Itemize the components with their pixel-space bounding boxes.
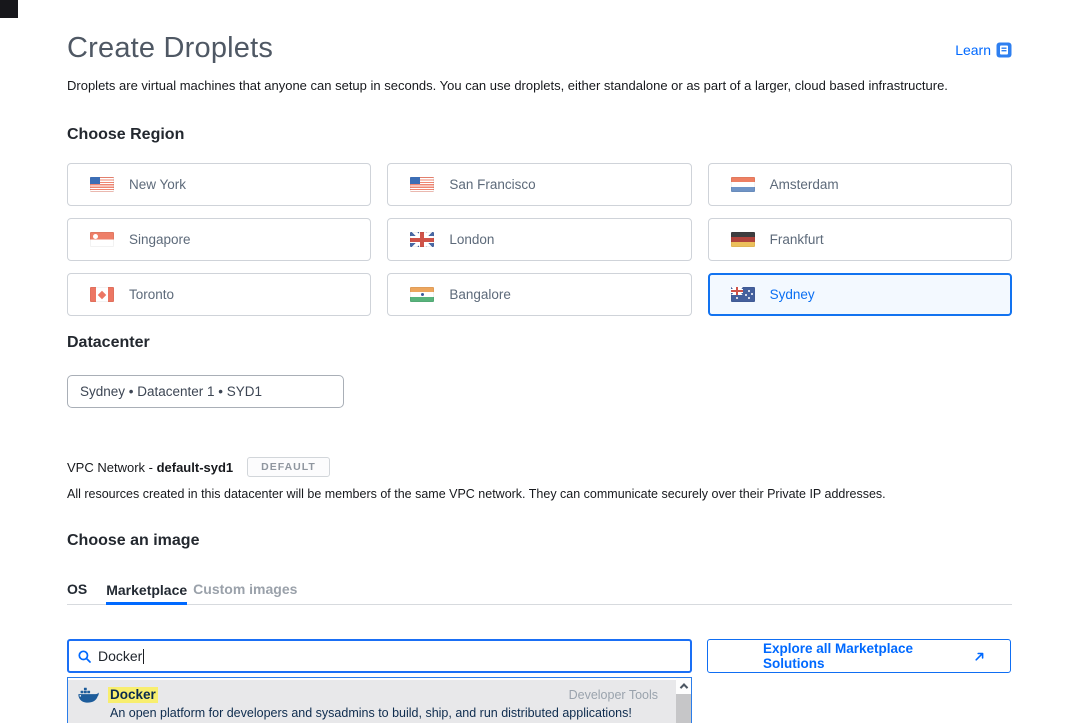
region-card-london[interactable]: London bbox=[387, 218, 691, 261]
dropdown-scrollbar[interactable] bbox=[676, 678, 691, 723]
text-caret bbox=[143, 649, 144, 664]
vpc-network-name: default-syd1 bbox=[157, 460, 234, 475]
scrollbar-thumb[interactable] bbox=[676, 694, 691, 723]
vpc-default-badge: DEFAULT bbox=[247, 457, 330, 477]
external-link-arrow-icon bbox=[974, 651, 985, 662]
page-header: Create Droplets Learn bbox=[67, 31, 1012, 65]
search-input-value: Docker bbox=[98, 648, 142, 664]
marketplace-search-input[interactable]: Docker bbox=[67, 639, 692, 673]
learn-link-label: Learn bbox=[955, 42, 991, 58]
nl-flag-icon bbox=[731, 177, 755, 192]
region-label: New York bbox=[129, 177, 186, 192]
region-card-frankfurt[interactable]: Frankfurt bbox=[708, 218, 1012, 261]
result-name-highlighted: Docker bbox=[108, 687, 158, 703]
chevron-up-icon bbox=[679, 683, 687, 691]
marketplace-search-row: Docker Docker Developer Tools bbox=[67, 639, 1012, 673]
region-label: San Francisco bbox=[449, 177, 535, 192]
region-label: Singapore bbox=[129, 232, 191, 247]
create-droplets-page: Create Droplets Learn Droplets are virtu… bbox=[0, 0, 1073, 723]
vpc-network-label: VPC Network - default-syd1 bbox=[67, 460, 233, 475]
learn-doc-icon bbox=[996, 42, 1012, 58]
region-card-singapore[interactable]: Singapore bbox=[67, 218, 371, 261]
docker-whale-icon bbox=[78, 686, 99, 703]
region-label: Amsterdam bbox=[770, 177, 839, 192]
region-label: Frankfurt bbox=[770, 232, 824, 247]
top-left-corner-square bbox=[0, 0, 18, 18]
vpc-network-row: VPC Network - default-syd1 DEFAULT bbox=[67, 457, 1012, 477]
sg-flag-icon bbox=[90, 232, 114, 247]
ca-flag-icon bbox=[90, 287, 114, 302]
region-card-new-york[interactable]: New York bbox=[67, 163, 371, 206]
region-card-amsterdam[interactable]: Amsterdam bbox=[708, 163, 1012, 206]
us-flag-icon bbox=[410, 177, 434, 192]
learn-link[interactable]: Learn bbox=[955, 42, 1012, 58]
datacenter-select[interactable]: Sydney • Datacenter 1 • SYD1 bbox=[67, 375, 344, 408]
search-results-list: Docker Developer Tools An open platform … bbox=[68, 678, 676, 723]
region-label: Sydney bbox=[770, 287, 815, 302]
region-grid: New York San Francisco Amsterdam Singapo… bbox=[67, 163, 1012, 316]
tab-marketplace[interactable]: Marketplace bbox=[106, 582, 187, 605]
choose-region-heading: Choose Region bbox=[67, 126, 1012, 144]
gb-flag-icon bbox=[410, 232, 434, 247]
image-tabs: OS Marketplace Custom images bbox=[67, 581, 1012, 605]
search-icon bbox=[78, 650, 91, 663]
page-title: Create Droplets bbox=[67, 31, 273, 65]
tab-os[interactable]: OS bbox=[67, 581, 87, 604]
de-flag-icon bbox=[731, 232, 755, 247]
page-subtitle: Droplets are virtual machines that anyon… bbox=[67, 78, 1012, 93]
region-label: Toronto bbox=[129, 287, 174, 302]
in-flag-icon bbox=[410, 287, 434, 302]
vpc-description: All resources created in this datacenter… bbox=[67, 487, 1012, 502]
search-result-docker[interactable]: Docker Developer Tools An open platform … bbox=[68, 680, 676, 723]
region-card-san-francisco[interactable]: San Francisco bbox=[387, 163, 691, 206]
region-card-sydney-selected[interactable]: Sydney bbox=[708, 273, 1012, 316]
scrollbar-up-button[interactable] bbox=[676, 678, 691, 694]
datacenter-selected-value: Sydney • Datacenter 1 • SYD1 bbox=[80, 384, 262, 399]
datacenter-heading: Datacenter bbox=[67, 334, 1012, 352]
tab-custom-images[interactable]: Custom images bbox=[193, 581, 297, 604]
region-card-bangalore[interactable]: Bangalore bbox=[387, 273, 691, 316]
au-flag-icon bbox=[731, 287, 755, 302]
choose-image-heading: Choose an image bbox=[67, 532, 1012, 550]
region-label: London bbox=[449, 232, 494, 247]
search-results-dropdown: Docker Developer Tools An open platform … bbox=[67, 677, 692, 723]
us-flag-icon bbox=[90, 177, 114, 192]
result-description: An open platform for developers and sysa… bbox=[110, 706, 666, 720]
region-label: Bangalore bbox=[449, 287, 511, 302]
explore-button-label: Explore all Marketplace Solutions bbox=[763, 641, 974, 671]
region-card-toronto[interactable]: Toronto bbox=[67, 273, 371, 316]
result-category: Developer Tools bbox=[569, 688, 658, 702]
explore-marketplace-button[interactable]: Explore all Marketplace Solutions bbox=[707, 639, 1011, 673]
